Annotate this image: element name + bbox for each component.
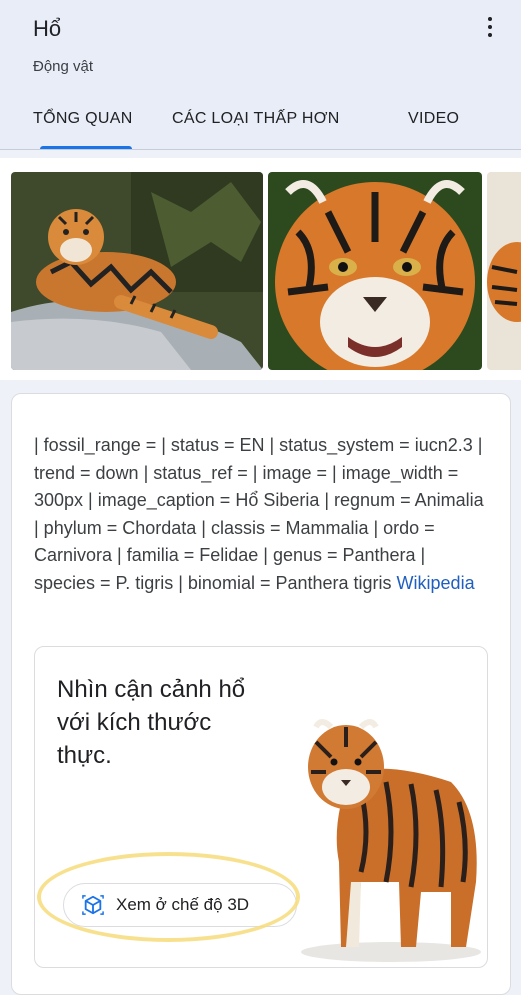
description-text: | fossil_range = | status = EN | status_…	[34, 432, 484, 597]
tiger-3d-model-image	[291, 682, 487, 967]
tiger-face-image[interactable]	[268, 172, 482, 370]
entity-subtitle: Động vật	[33, 58, 94, 75]
ar-promo-text: Nhìn cận cảnh hổ với kích thước thực.	[57, 676, 246, 769]
header-divider	[0, 149, 521, 150]
knowledge-panel-header: Hổ Động vật TỔNG QUAN CÁC LOẠI THẤP HƠN …	[0, 0, 521, 150]
entity-title: Hổ	[33, 16, 62, 41]
tab-subspecies[interactable]: CÁC LOẠI THẤP HƠN	[172, 110, 340, 128]
more-vert-icon[interactable]	[482, 14, 498, 40]
tiger-partial-image[interactable]	[487, 172, 521, 370]
tab-overview[interactable]: TỔNG QUAN	[33, 110, 133, 128]
tiger-resting-image[interactable]	[11, 172, 263, 370]
infobox-text: | fossil_range = | status = EN | status_…	[34, 435, 484, 593]
highlight-circle	[37, 852, 300, 942]
image-gallery	[0, 158, 521, 380]
wikipedia-link[interactable]: Wikipedia	[397, 573, 475, 593]
tab-video[interactable]: VIDEO	[408, 110, 459, 128]
